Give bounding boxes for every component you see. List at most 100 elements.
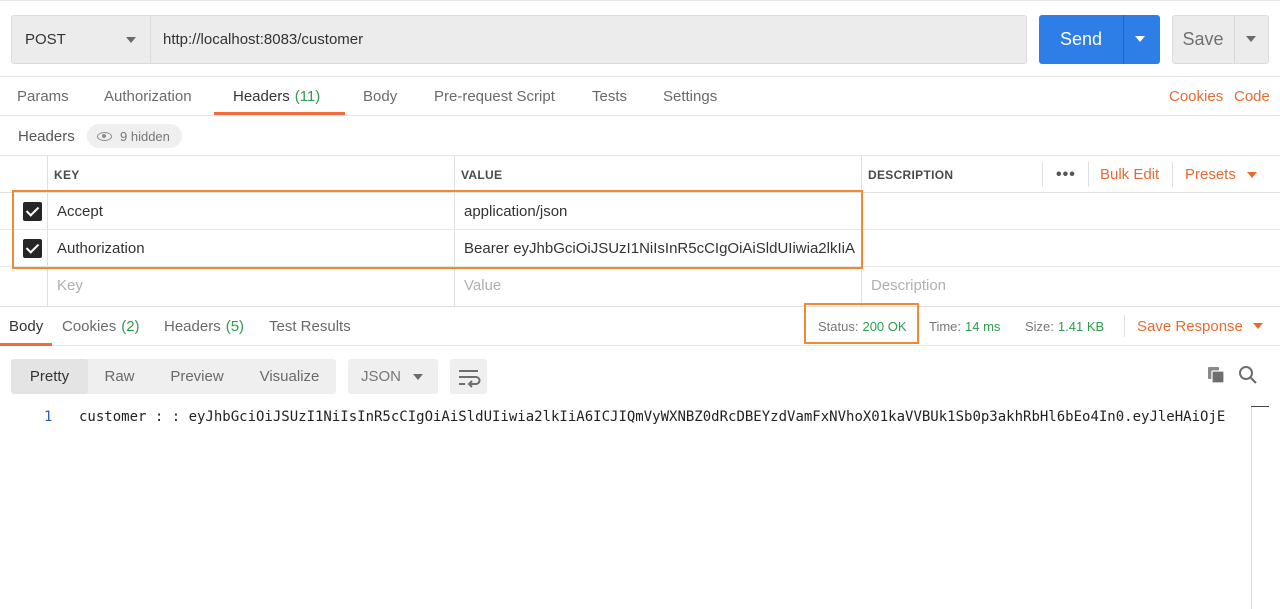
chevron-down-icon <box>126 37 136 43</box>
save-button[interactable]: Save <box>1172 15 1269 64</box>
chevron-down-icon <box>1246 171 1257 178</box>
chevron-down-icon[interactable] <box>1135 36 1145 42</box>
tab-params[interactable]: Params <box>17 77 69 116</box>
view-pretty-button[interactable]: Pretty <box>11 359 88 394</box>
line-text: customer : : eyJhbGciOiJSUzI1NiIsInR5cCI… <box>79 409 1226 425</box>
method-select[interactable]: POST <box>11 15 151 64</box>
tab-label: Pre-request Script <box>434 88 555 105</box>
more-options-icon[interactable]: ••• <box>1056 156 1076 193</box>
table-row: Authorization Bearer eyJhbGciOiJSUzI1NiI… <box>0 230 1280 267</box>
headers-table: KEY VALUE DESCRIPTION ••• Bulk Edit Pres… <box>0 156 1280 306</box>
format-select[interactable]: JSON <box>348 359 438 394</box>
tab-response-body[interactable]: Body <box>9 307 43 345</box>
new-value-input[interactable]: Value <box>464 267 856 304</box>
chevron-down-icon[interactable] <box>1246 36 1256 42</box>
new-header-row: Key Value Description <box>0 267 1280 304</box>
column-divider <box>1172 162 1173 187</box>
save-button-label: Save <box>1182 29 1224 49</box>
tab-label: Params <box>17 88 69 105</box>
save-response-label: Save Response <box>1137 317 1243 335</box>
tab-label: Cookies <box>62 317 117 335</box>
new-key-input[interactable]: Key <box>57 267 447 304</box>
header-description[interactable] <box>868 230 1268 267</box>
row-checkbox[interactable] <box>23 202 42 221</box>
tab-response-headers[interactable]: Headers (5) <box>164 307 244 345</box>
active-tab-indicator <box>0 343 52 346</box>
hidden-headers-toggle[interactable]: 9 hidden <box>87 124 182 148</box>
send-button[interactable]: Send <box>1039 15 1160 64</box>
save-response-button[interactable]: Save Response <box>1137 307 1263 345</box>
headers-section-bar: Headers 9 hidden <box>0 116 1280 156</box>
tab-test-results[interactable]: Test Results <box>269 307 351 345</box>
tab-pre-request-script[interactable]: Pre-request Script <box>434 77 555 116</box>
tab-count: (11) <box>294 88 321 105</box>
wrap-lines-button[interactable] <box>450 359 487 394</box>
view-raw-button[interactable]: Raw <box>88 359 151 394</box>
size-value: 1.41 KB <box>1057 318 1105 334</box>
column-description: DESCRIPTION <box>868 167 954 182</box>
header-key[interactable]: Authorization <box>57 230 447 267</box>
format-label: JSON <box>361 368 402 385</box>
row-checkbox[interactable] <box>23 239 42 258</box>
header-key[interactable]: Accept <box>57 193 447 230</box>
header-description[interactable] <box>868 193 1268 230</box>
tab-body[interactable]: Body <box>363 77 397 116</box>
view-mode-group: Pretty Raw Preview Visualize <box>11 359 336 394</box>
wrap-icon <box>459 370 481 388</box>
search-icon[interactable] <box>1238 365 1258 385</box>
tab-settings[interactable]: Settings <box>663 77 717 116</box>
chevron-down-icon <box>1252 323 1263 329</box>
divider <box>1124 315 1125 337</box>
copy-icon[interactable] <box>1207 366 1225 384</box>
column-divider <box>1088 162 1089 187</box>
tab-authorization[interactable]: Authorization <box>104 77 192 116</box>
send-divider <box>1123 15 1124 64</box>
hidden-headers-label: 9 hidden <box>120 128 170 144</box>
cookies-link[interactable]: Cookies <box>1169 77 1223 116</box>
presets-label: Presets <box>1185 166 1236 183</box>
method-label: POST <box>25 31 66 48</box>
send-button-label: Send <box>1059 29 1103 49</box>
new-description-input[interactable]: Description <box>871 267 1271 304</box>
line-number: 1 <box>44 409 53 425</box>
chevron-down-icon <box>413 374 423 380</box>
tab-count: (2) <box>121 317 140 335</box>
time-readout: Time: 14 ms <box>929 307 1000 345</box>
table-row: Accept application/json <box>0 193 1280 230</box>
presets-dropdown[interactable]: Presets <box>1185 156 1257 193</box>
code-link[interactable]: Code <box>1234 77 1270 116</box>
request-tabs: Params Authorization Headers (11) Body Pr… <box>0 76 1280 116</box>
tab-label: Body <box>9 317 44 335</box>
response-body-line: 1 customer : : eyJhbGciOiJSUzI1NiIsInR5c… <box>0 406 1268 430</box>
request-bar: POST http://localhost:8083/customer Send… <box>0 0 1280 76</box>
header-value[interactable]: Bearer eyJhbGciOiJSUzI1NiIsInR5cCIgOiAiS… <box>464 230 856 267</box>
tab-response-cookies[interactable]: Cookies (2) <box>62 307 140 345</box>
bulk-edit-button[interactable]: Bulk Edit <box>1100 156 1159 193</box>
column-divider <box>1042 162 1043 187</box>
tab-label: Authorization <box>104 88 192 105</box>
tab-tests[interactable]: Tests <box>592 77 627 116</box>
view-preview-button[interactable]: Preview <box>151 359 243 394</box>
tab-label: Headers <box>233 88 290 105</box>
response-tabs: Body Cookies (2) Headers (5) Test Results … <box>0 306 1280 346</box>
tab-headers[interactable]: Headers (11) <box>233 77 320 116</box>
size-label: Size: <box>1025 318 1054 334</box>
tab-label: Tests <box>592 88 628 105</box>
view-visualize-button[interactable]: Visualize <box>243 359 336 394</box>
column-key: KEY <box>54 167 80 182</box>
header-value[interactable]: application/json <box>464 193 856 230</box>
save-divider <box>1234 16 1235 63</box>
tab-count: (5) <box>225 317 245 335</box>
tab-label: Headers <box>164 317 221 335</box>
size-readout: Size: 1.41 KB <box>1025 307 1104 345</box>
headers-section-title: Headers <box>18 127 75 145</box>
tab-label: Settings <box>663 88 718 105</box>
active-tab-indicator <box>214 112 345 115</box>
tab-label: Body <box>363 88 398 105</box>
eye-icon <box>97 131 112 141</box>
tab-label: Test Results <box>269 317 351 335</box>
time-value: 14 ms <box>965 318 1001 334</box>
url-input[interactable]: http://localhost:8083/customer <box>151 15 1027 64</box>
editor-scroll-gutter[interactable] <box>1251 406 1269 609</box>
column-value: VALUE <box>461 167 503 182</box>
